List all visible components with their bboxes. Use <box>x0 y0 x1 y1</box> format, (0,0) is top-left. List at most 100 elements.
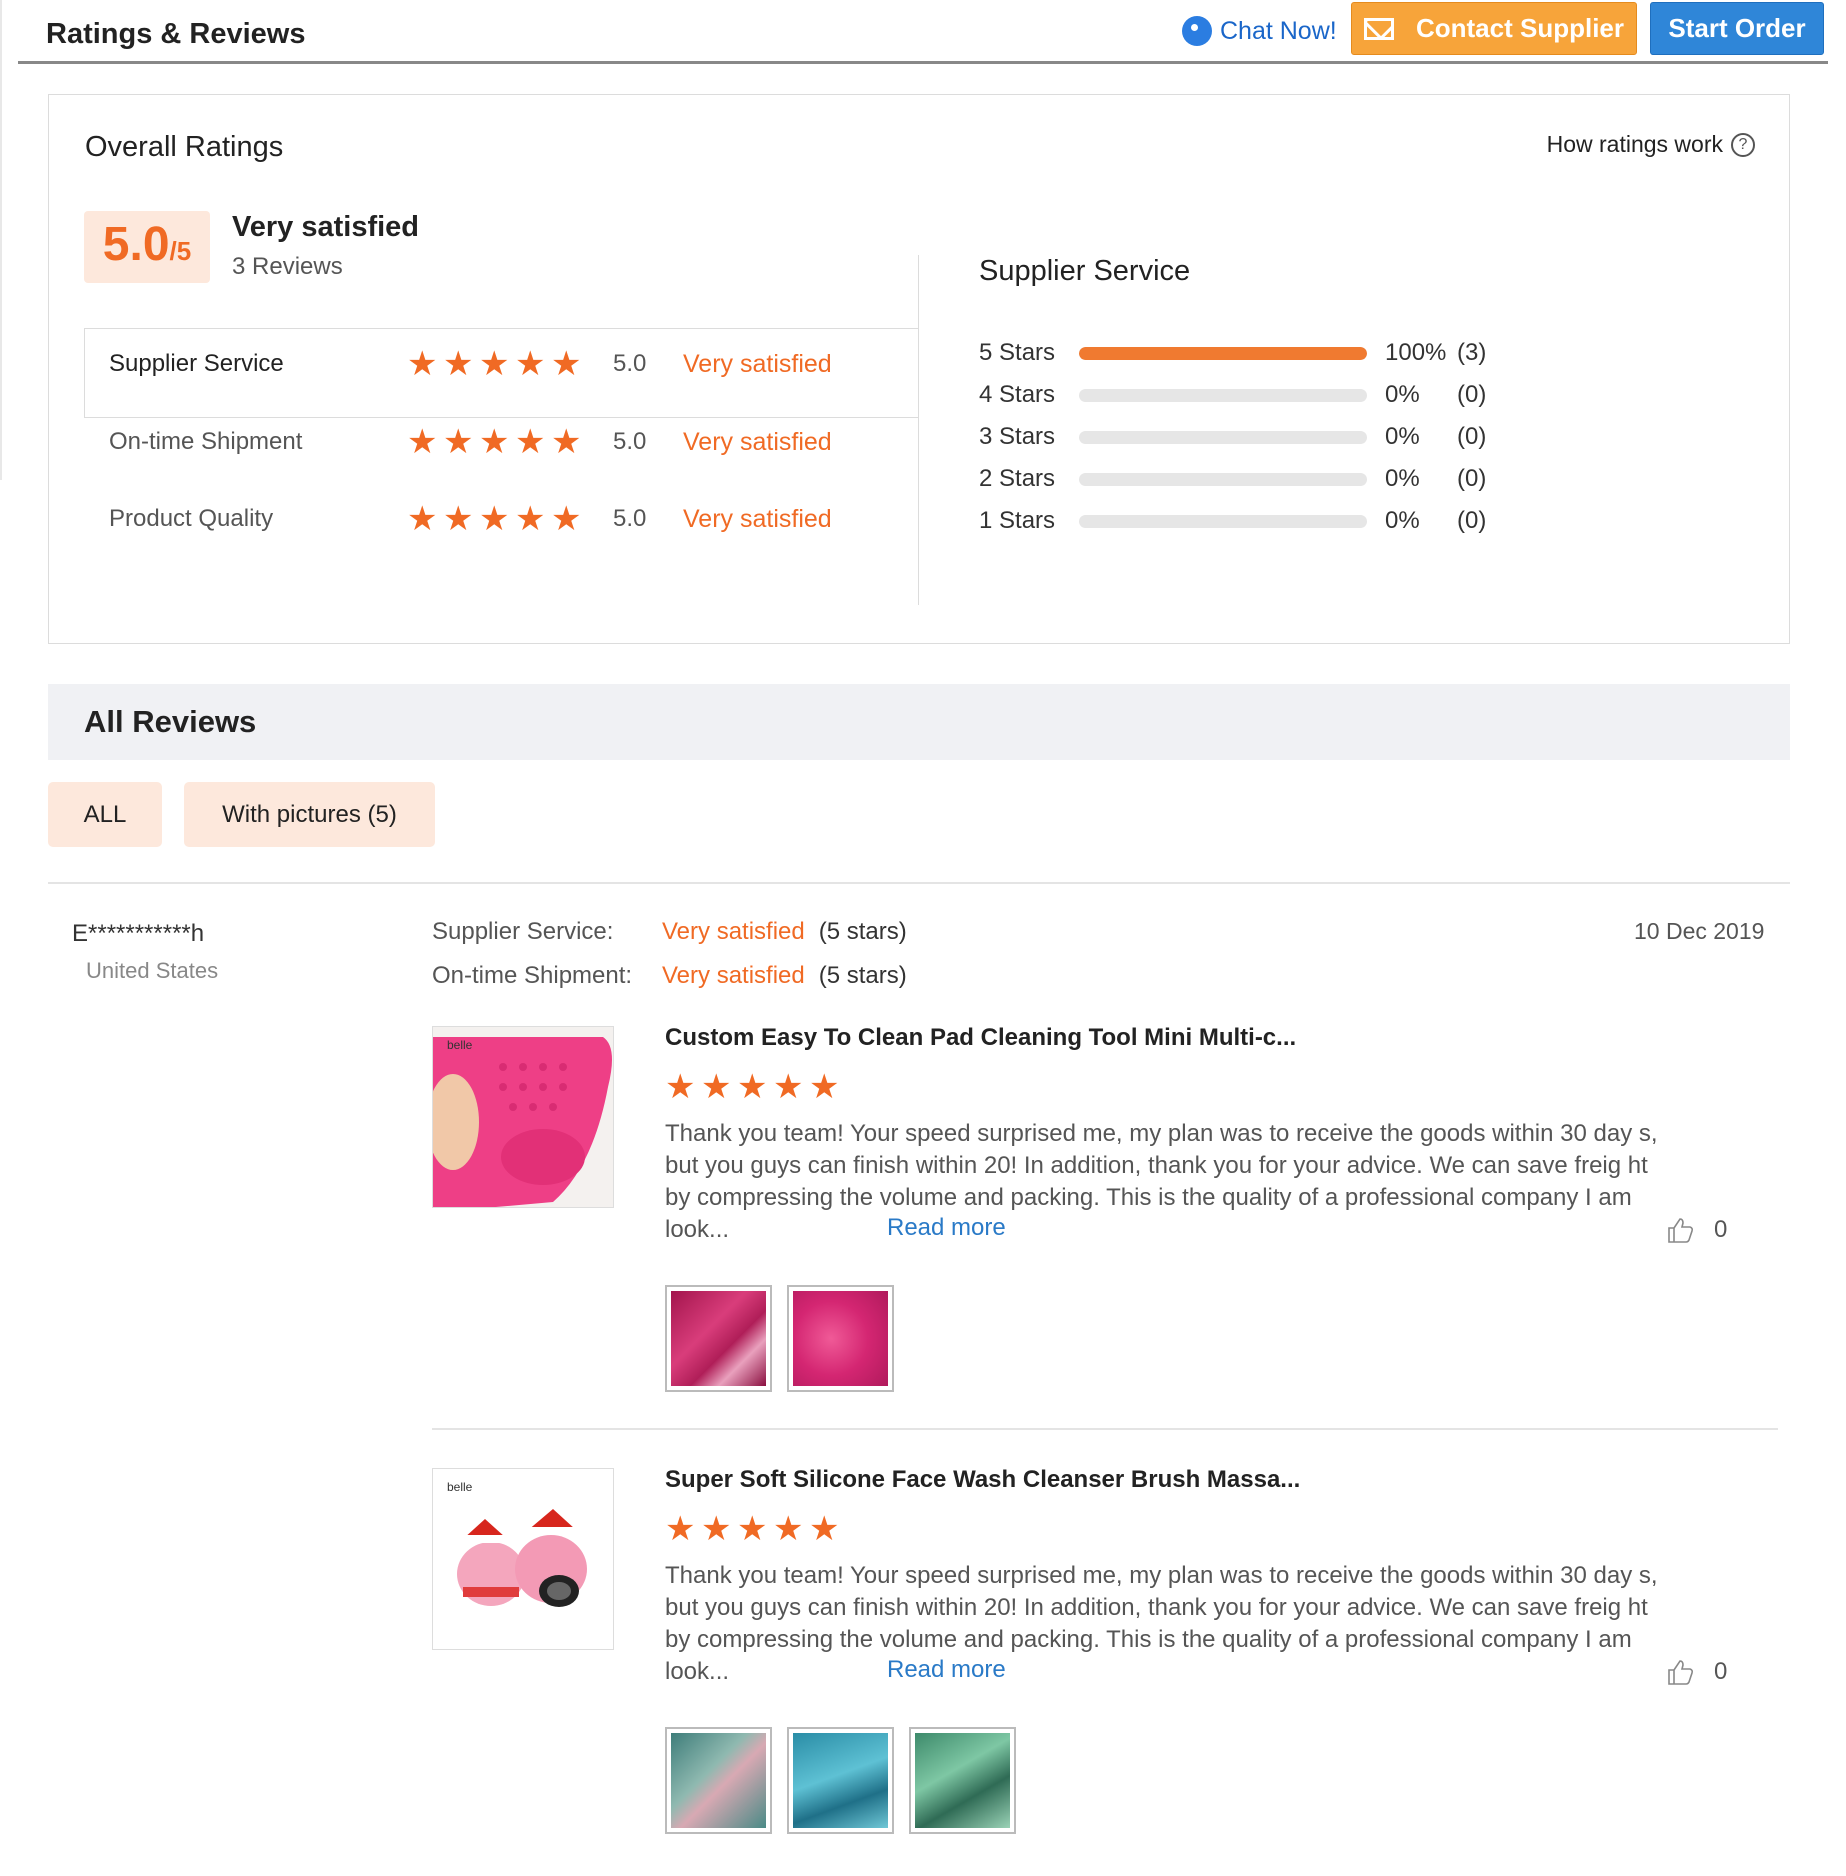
distribution-count: (0) <box>1457 423 1487 450</box>
review-photo-thumbnail[interactable] <box>665 1727 772 1834</box>
product-title[interactable]: Custom Easy To Clean Pad Cleaning Tool M… <box>665 1024 1296 1052</box>
review-text: Thank you team! Your speed surprised me,… <box>665 1562 1658 1685</box>
review-photo-strip <box>665 1285 909 1392</box>
review-photo-thumbnail[interactable] <box>665 1285 772 1392</box>
meta-value: Very satisfied <box>662 918 805 945</box>
distribution-label: 5 Stars <box>979 339 1056 366</box>
review-photo-thumbnail[interactable] <box>787 1727 894 1834</box>
category-text: Very satisfied <box>683 504 832 533</box>
category-score: 5.0 <box>613 428 647 455</box>
star-distribution-row: 5 Stars 100% (3) <box>979 335 1486 371</box>
how-ratings-work-link[interactable]: How ratings work ? <box>1547 131 1755 158</box>
product-rating-stars: ★ ★ ★ ★ ★ <box>665 1512 845 1546</box>
distribution-percent: 0% <box>1385 423 1420 450</box>
review-photo-strip <box>665 1727 1031 1834</box>
star-icon: ★ <box>773 1510 804 1548</box>
star-distribution-row: 1 Stars 0% (0) <box>979 503 1486 539</box>
distribution-percent: 0% <box>1385 465 1420 492</box>
all-reviews-header: All Reviews <box>48 684 1790 760</box>
item-divider <box>432 1428 1778 1430</box>
star-icon: ★ <box>515 423 546 461</box>
like-button[interactable]: 0 <box>1666 1216 1727 1244</box>
star-distribution-row: 2 Stars 0% (0) <box>979 461 1486 497</box>
meta-label: On-time Shipment: <box>432 962 633 989</box>
star-distribution-row: 4 Stars 0% (0) <box>979 377 1486 413</box>
star-icon: ★ <box>479 345 510 383</box>
distribution-count: (0) <box>1457 381 1487 408</box>
star-icon: ★ <box>809 1510 840 1548</box>
filter-with-pictures-button[interactable]: With pictures (5) <box>184 782 435 847</box>
review-meta-row: On-time Shipment: Very satisfied (5 star… <box>432 959 907 993</box>
product-image[interactable]: belle <box>432 1468 614 1650</box>
category-score: 5.0 <box>613 350 647 377</box>
star-icon: ★ <box>479 423 510 461</box>
star-icon: ★ <box>443 423 474 461</box>
star-icon: ★ <box>773 1068 804 1106</box>
meta-stars-count: (5 stars) <box>818 918 907 945</box>
product-title[interactable]: Super Soft Silicone Face Wash Cleanser B… <box>665 1466 1300 1494</box>
star-icon: ★ <box>407 423 438 461</box>
chat-bubble-icon <box>1182 16 1212 46</box>
overall-score-badge: 5.0 /5 <box>84 211 210 283</box>
category-stars: ★ ★ ★ ★ ★ <box>407 347 607 381</box>
thumbs-up-icon <box>1668 1218 1694 1243</box>
envelope-icon <box>1363 17 1394 40</box>
start-order-button[interactable]: Start Order <box>1650 2 1824 55</box>
meta-value: Very satisfied <box>662 962 805 989</box>
read-more-link[interactable]: Read more <box>887 1656 1006 1684</box>
like-button[interactable]: 0 <box>1666 1658 1727 1686</box>
all-reviews-title: All Reviews <box>84 704 257 739</box>
category-text: Very satisfied <box>683 427 832 456</box>
read-more-link[interactable]: Read more <box>887 1214 1006 1242</box>
category-stars: ★ ★ ★ ★ ★ <box>407 425 607 459</box>
question-mark-icon: ? <box>1731 132 1755 157</box>
category-label: Supplier Service <box>109 350 284 377</box>
chat-now-label: Chat Now! <box>1220 16 1337 45</box>
star-icon: ★ <box>551 345 582 383</box>
star-icon: ★ <box>479 500 510 538</box>
star-icon: ★ <box>737 1510 768 1548</box>
review-photo-thumbnail[interactable] <box>787 1285 894 1392</box>
meta-stars-count: (5 stars) <box>818 962 907 989</box>
product-image[interactable]: belle <box>432 1026 614 1208</box>
distribution-bar <box>1079 472 1367 486</box>
brand-logo: belle <box>447 1480 473 1494</box>
distribution-bar <box>1079 346 1367 360</box>
distribution-label: 1 Stars <box>979 507 1056 534</box>
review-meta-row: Supplier Service: Very satisfied (5 star… <box>432 915 907 949</box>
distribution-label: 3 Stars <box>979 423 1056 450</box>
like-count: 0 <box>1714 1658 1728 1685</box>
star-icon: ★ <box>809 1068 840 1106</box>
filter-all-label: ALL <box>83 800 127 828</box>
distribution-label: 4 Stars <box>979 381 1056 408</box>
review-text: Thank you team! Your speed surprised me,… <box>665 1120 1658 1243</box>
overall-review-count: 3 Reviews <box>232 253 343 280</box>
category-label: On-time Shipment <box>109 428 303 455</box>
page-header: Ratings & Reviews Chat Now! Contact Supp… <box>18 0 1828 64</box>
distribution-bar-fill <box>1079 346 1367 360</box>
star-icon: ★ <box>515 500 546 538</box>
distribution-count: (0) <box>1457 465 1487 492</box>
page-title: Ratings & Reviews <box>46 18 306 50</box>
star-distribution-row: 3 Stars 0% (0) <box>979 419 1486 455</box>
panel-divider <box>918 255 919 605</box>
overall-score: 5.0 <box>102 218 170 271</box>
star-icon: ★ <box>701 1068 732 1106</box>
star-icon: ★ <box>665 1068 696 1106</box>
overall-score-max: /5 <box>169 236 192 266</box>
distribution-bar <box>1079 514 1367 528</box>
filter-with-pictures-label: With pictures (5) <box>222 800 397 828</box>
product-rating-stars: ★ ★ ★ ★ ★ <box>665 1070 845 1104</box>
star-icon: ★ <box>701 1510 732 1548</box>
chat-now-link[interactable]: Chat Now! <box>1182 14 1337 48</box>
category-rating-row: Product Quality ★ ★ ★ ★ ★ 5.0 Very satisfied <box>109 499 909 539</box>
distribution-label: 2 Stars <box>979 465 1056 492</box>
contact-supplier-button[interactable]: Contact Supplier <box>1351 2 1637 55</box>
category-label: Product Quality <box>109 505 274 532</box>
category-rating-row: Supplier Service ★ ★ ★ ★ ★ 5.0 Very satisfied <box>109 344 909 384</box>
filter-all-button[interactable]: ALL <box>48 782 162 847</box>
review-date: 10 Dec 2019 <box>1634 918 1765 944</box>
review-photo-thumbnail[interactable] <box>909 1727 1016 1834</box>
star-icon: ★ <box>551 423 582 461</box>
star-icon: ★ <box>443 500 474 538</box>
